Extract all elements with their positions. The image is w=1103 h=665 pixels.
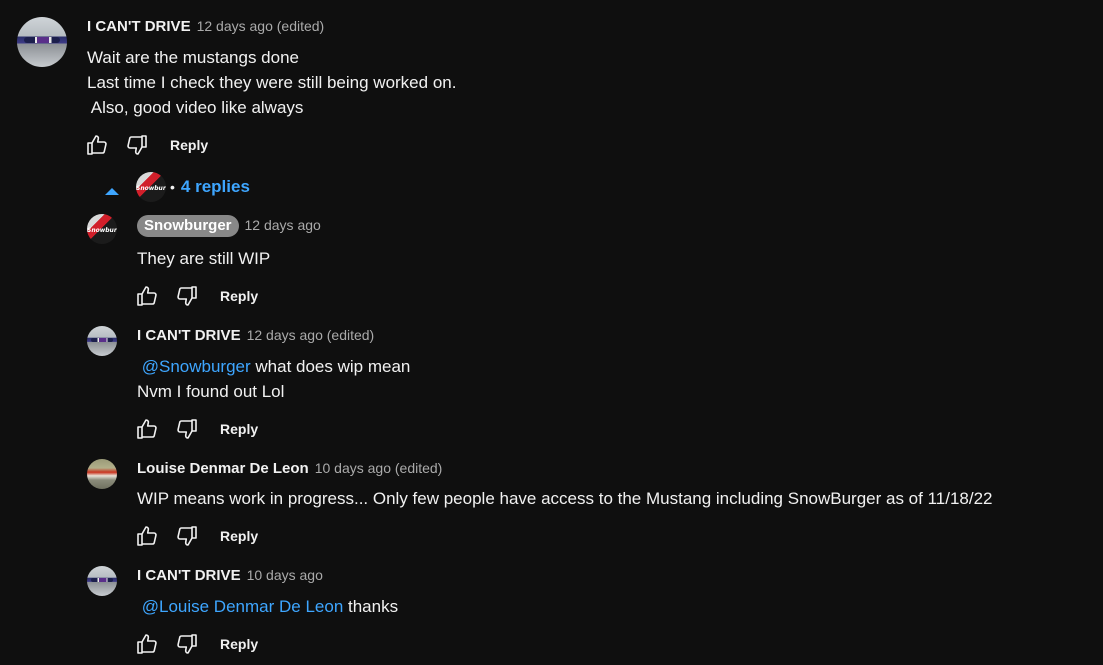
- like-icon: [87, 135, 107, 155]
- comment-actions: Reply: [134, 631, 258, 657]
- dislike-icon: [177, 419, 197, 439]
- like-button[interactable]: [84, 132, 110, 158]
- comment-text: WIP means work in progress... Only few p…: [137, 486, 993, 511]
- comment-text: @Louise Denmar De Leon thanks: [137, 594, 398, 619]
- author-name[interactable]: I CAN'T DRIVE: [137, 327, 241, 344]
- author-name[interactable]: I CAN'T DRIVE: [137, 567, 241, 584]
- like-icon: [137, 286, 157, 306]
- comment-header: Snowburger 12 days ago: [137, 215, 321, 237]
- comment-text: They are still WIP: [137, 246, 270, 271]
- dislike-icon: [177, 286, 197, 306]
- reply-button[interactable]: Reply: [220, 421, 258, 437]
- comment-text: @Snowburger what does wip mean Nvm I foun…: [137, 354, 410, 404]
- reply-button[interactable]: Reply: [220, 636, 258, 652]
- mention-text: thanks: [343, 597, 399, 616]
- reply-button[interactable]: Reply: [220, 288, 258, 304]
- comment-header: I CAN'T DRIVE 10 days ago: [137, 567, 323, 584]
- avatar[interactable]: [87, 459, 117, 489]
- timestamp[interactable]: 10 days ago: [247, 567, 323, 583]
- timestamp[interactable]: 12 days ago: [245, 217, 321, 233]
- like-button[interactable]: [134, 283, 160, 309]
- comment-line: They are still WIP: [137, 249, 271, 268]
- timestamp[interactable]: 12 days ago (edited): [197, 18, 325, 34]
- avatar[interactable]: Snowburger: [87, 214, 117, 244]
- comment-header: Louise Denmar De Leon 10 days ago (edited…: [137, 460, 442, 477]
- avatar[interactable]: [87, 566, 117, 596]
- comment-header: I CAN'T DRIVE 12 days ago (edited): [87, 18, 324, 35]
- like-icon: [137, 634, 157, 654]
- dislike-button[interactable]: [174, 283, 200, 309]
- avatar[interactable]: [87, 326, 117, 356]
- comment-actions: Reply: [134, 283, 258, 309]
- replies-count[interactable]: 4 replies: [181, 177, 250, 197]
- comment-line: Nvm I found out Lol: [137, 382, 285, 401]
- avatar[interactable]: [17, 17, 67, 67]
- like-button[interactable]: [134, 523, 160, 549]
- comment-line: @Snowburger what does wip mean: [137, 354, 411, 379]
- mention-link[interactable]: @Louise Denmar De Leon: [142, 597, 344, 616]
- comment-actions: Reply: [84, 132, 208, 158]
- like-icon: [137, 526, 157, 546]
- avatar-label: Snowburger: [87, 226, 117, 234]
- author-name[interactable]: Snowburger: [137, 215, 239, 237]
- dislike-button[interactable]: [174, 523, 200, 549]
- comment-actions: Reply: [134, 416, 258, 442]
- collapse-caret-icon: [105, 188, 119, 195]
- dislike-button[interactable]: [124, 132, 150, 158]
- dislike-button[interactable]: [174, 416, 200, 442]
- mention-text: what does wip mean: [250, 357, 411, 376]
- comment-header: I CAN'T DRIVE 12 days ago (edited): [137, 327, 374, 344]
- comment-text: Wait are the mustangs done Last time I ch…: [87, 45, 456, 120]
- comment-line: Wait are the mustangs done: [87, 48, 299, 67]
- comment-line: @Louise Denmar De Leon thanks: [137, 594, 398, 619]
- replies-toggle[interactable]: Snowburger • 4 replies: [104, 172, 250, 202]
- comment-line: WIP means work in progress... Only few p…: [137, 489, 993, 508]
- timestamp[interactable]: 10 days ago (edited): [315, 460, 443, 476]
- author-name[interactable]: I CAN'T DRIVE: [87, 18, 191, 35]
- author-name[interactable]: Louise Denmar De Leon: [137, 460, 309, 477]
- timestamp[interactable]: 12 days ago (edited): [247, 327, 375, 343]
- like-button[interactable]: [134, 631, 160, 657]
- mention-link[interactable]: @Snowburger: [142, 357, 251, 376]
- comment-actions: Reply: [134, 523, 258, 549]
- like-icon: [137, 419, 157, 439]
- reply-button[interactable]: Reply: [220, 528, 258, 544]
- reply-button[interactable]: Reply: [170, 137, 208, 153]
- creator-avatar: Snowburger: [136, 172, 166, 202]
- dislike-icon: [177, 526, 197, 546]
- dislike-icon: [127, 135, 147, 155]
- dislike-icon: [177, 634, 197, 654]
- avatar-label: Snowburger: [136, 184, 166, 192]
- comment-line: Also, good video like always: [87, 98, 304, 117]
- separator-dot: •: [170, 179, 175, 195]
- dislike-button[interactable]: [174, 631, 200, 657]
- like-button[interactable]: [134, 416, 160, 442]
- comment-line: Last time I check they were still being …: [87, 73, 457, 92]
